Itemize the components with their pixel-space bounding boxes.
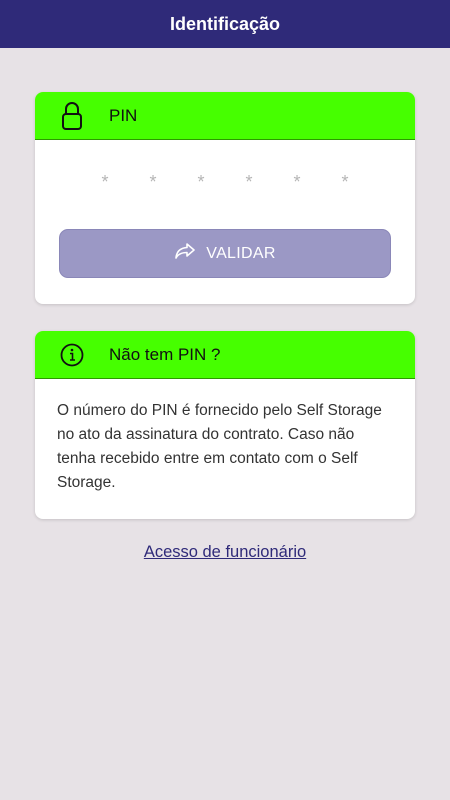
page-title: Identificação xyxy=(169,13,281,34)
info-icon xyxy=(35,343,109,367)
info-card-header: Não tem PIN ? xyxy=(35,331,415,379)
employee-access: Acesso de funcionário xyxy=(0,543,450,562)
validate-button-label: VALIDAR xyxy=(206,244,276,262)
share-arrow-icon xyxy=(174,242,196,265)
pin-card: PIN * * * * * * VALIDAR xyxy=(35,92,415,304)
info-text: O número do PIN é fornecido pelo Self St… xyxy=(57,402,382,491)
info-card: Não tem PIN ? O número do PIN é fornecid… xyxy=(35,331,415,519)
app-bar: Identificação xyxy=(0,0,450,48)
validate-button[interactable]: VALIDAR xyxy=(59,229,391,278)
pin-card-header: PIN xyxy=(35,92,415,140)
pin-card-title: PIN xyxy=(109,105,138,125)
lock-icon xyxy=(35,101,109,131)
info-card-title: Não tem PIN ? xyxy=(109,344,221,364)
employee-access-link[interactable]: Acesso de funcionário xyxy=(144,543,306,561)
pin-input[interactable]: * * * * * * xyxy=(35,172,415,193)
